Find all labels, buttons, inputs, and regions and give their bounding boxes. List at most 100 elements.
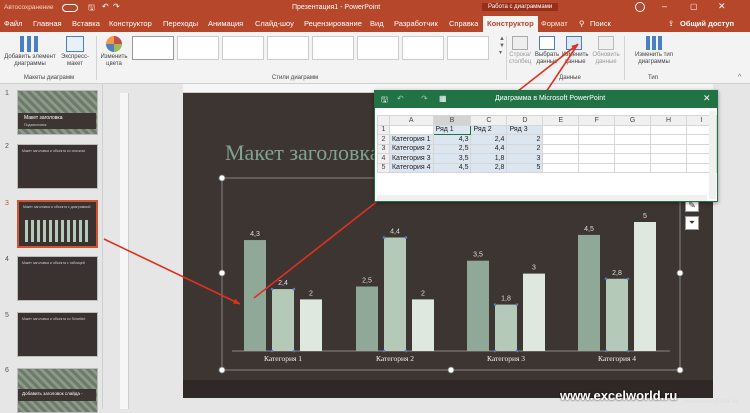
col-header-e[interactable]: E <box>542 115 580 126</box>
chart-filter-icon[interactable]: ⏷ <box>685 216 699 230</box>
vertical-scrollbar[interactable] <box>709 111 716 199</box>
data-label[interactable]: 2 <box>421 290 425 297</box>
resize-handle[interactable] <box>676 269 684 277</box>
excel-grid-icon[interactable]: ▦ <box>439 94 447 103</box>
cell[interactable] <box>542 124 580 135</box>
cell[interactable]: Категория 1 <box>388 134 434 145</box>
bar-selection-handle[interactable] <box>626 349 630 353</box>
cell[interactable]: Ряд 3 <box>506 124 544 135</box>
bar-selection-handle[interactable] <box>604 277 608 281</box>
bar[interactable] <box>272 289 294 351</box>
col-header-d[interactable]: D <box>506 115 544 126</box>
data-label[interactable]: 5 <box>643 213 647 220</box>
tick-label[interactable]: Категория 1 <box>264 354 302 363</box>
cell[interactable] <box>650 143 688 154</box>
cell[interactable]: 2,5 <box>432 143 472 154</box>
cell[interactable]: 4,4 <box>470 143 508 154</box>
bar-selection-handle[interactable] <box>404 349 408 353</box>
bar[interactable] <box>606 278 628 351</box>
bar[interactable] <box>578 234 600 351</box>
bar[interactable] <box>356 286 378 352</box>
cell[interactable] <box>578 143 616 154</box>
bar-selection-handle[interactable] <box>515 303 519 306</box>
bar-selection-handle[interactable] <box>604 349 608 353</box>
cell[interactable] <box>578 162 616 173</box>
cell[interactable] <box>650 153 688 164</box>
undo-icon[interactable]: ↶ <box>397 94 404 103</box>
bar-selection-handle[interactable] <box>270 349 274 353</box>
data-label[interactable]: 4,4 <box>390 228 400 235</box>
bar-selection-handle[interactable] <box>515 349 519 353</box>
cell[interactable] <box>614 143 652 154</box>
save-icon[interactable]: 🖫 <box>381 94 388 108</box>
cell[interactable] <box>542 143 580 154</box>
bar-selection-handle[interactable] <box>292 349 296 353</box>
cell[interactable]: 2,4 <box>470 134 508 145</box>
cell[interactable] <box>388 124 434 135</box>
resize-handle[interactable] <box>218 366 226 374</box>
tick-label[interactable]: Категория 2 <box>376 354 414 363</box>
bar-selection-handle[interactable] <box>382 236 386 239</box>
cell[interactable]: Категория 3 <box>388 153 434 164</box>
bar[interactable] <box>244 240 266 351</box>
row-header[interactable]: 4 <box>377 153 390 164</box>
corner-cell[interactable] <box>377 115 390 126</box>
bar-selection-handle[interactable] <box>382 349 386 353</box>
close-icon[interactable]: ✕ <box>703 93 711 104</box>
col-header-f[interactable]: F <box>578 115 616 126</box>
data-label[interactable]: 2,4 <box>278 280 288 287</box>
cell[interactable]: 2 <box>506 143 544 154</box>
cell[interactable] <box>578 124 616 135</box>
data-label[interactable]: 1,8 <box>501 296 511 303</box>
data-label[interactable]: 3,5 <box>473 252 483 259</box>
tick-label[interactable]: Категория 3 <box>487 354 525 363</box>
row-header[interactable]: 1 <box>377 124 390 135</box>
bar[interactable] <box>523 273 545 351</box>
col-header-h[interactable]: H <box>650 115 688 126</box>
tick-label[interactable]: Категория 4 <box>598 354 636 363</box>
horizontal-scrollbar[interactable] <box>377 195 707 201</box>
bar-selection-handle[interactable] <box>292 287 296 291</box>
cell[interactable]: 3,5 <box>432 153 472 164</box>
data-label[interactable]: 4,3 <box>250 231 260 238</box>
bar-selection-handle[interactable] <box>270 287 274 291</box>
bar[interactable] <box>467 260 489 351</box>
redo-icon[interactable]: ↷ <box>421 94 428 103</box>
cell[interactable]: Категория 4 <box>388 162 434 173</box>
bar[interactable] <box>384 237 406 351</box>
cell[interactable]: 3 <box>506 153 544 164</box>
cell[interactable]: Категория 2 <box>388 143 434 154</box>
bar[interactable] <box>412 299 434 351</box>
resize-handle[interactable] <box>676 366 684 374</box>
cell[interactable] <box>650 134 688 145</box>
cell[interactable]: 2,8 <box>470 162 508 173</box>
bar-selection-handle[interactable] <box>493 349 497 353</box>
cell[interactable] <box>578 153 616 164</box>
resize-handle[interactable] <box>218 269 226 277</box>
chart[interactable]: 4,32,53,54,52,44,41,82,82 235Категория 1К… <box>0 0 750 409</box>
cell[interactable] <box>578 134 616 145</box>
cell[interactable]: 4,3 <box>432 134 472 145</box>
bar-selection-handle[interactable] <box>404 236 408 239</box>
col-header-a[interactable]: A <box>388 115 434 126</box>
bar[interactable] <box>300 299 322 351</box>
cell[interactable] <box>542 153 580 164</box>
cell[interactable] <box>614 134 652 145</box>
cell[interactable] <box>650 162 688 173</box>
data-label[interactable]: 2,8 <box>612 270 622 277</box>
col-header-g[interactable]: G <box>614 115 652 126</box>
resize-handle[interactable] <box>447 366 455 374</box>
cell[interactable] <box>650 124 688 135</box>
data-label[interactable]: 3 <box>532 265 536 272</box>
cell[interactable] <box>542 134 580 145</box>
cell[interactable]: Ряд 2 <box>470 124 508 135</box>
bar-selection-handle[interactable] <box>626 277 630 281</box>
cell[interactable]: 4,5 <box>432 162 472 173</box>
cell[interactable]: 2 <box>506 134 544 145</box>
data-label[interactable]: 2,5 <box>362 278 372 285</box>
data-label[interactable]: 2 <box>309 290 313 297</box>
cell[interactable] <box>614 153 652 164</box>
resize-handle[interactable] <box>218 174 226 182</box>
row-header[interactable]: 3 <box>377 143 390 154</box>
bar[interactable] <box>634 222 656 351</box>
